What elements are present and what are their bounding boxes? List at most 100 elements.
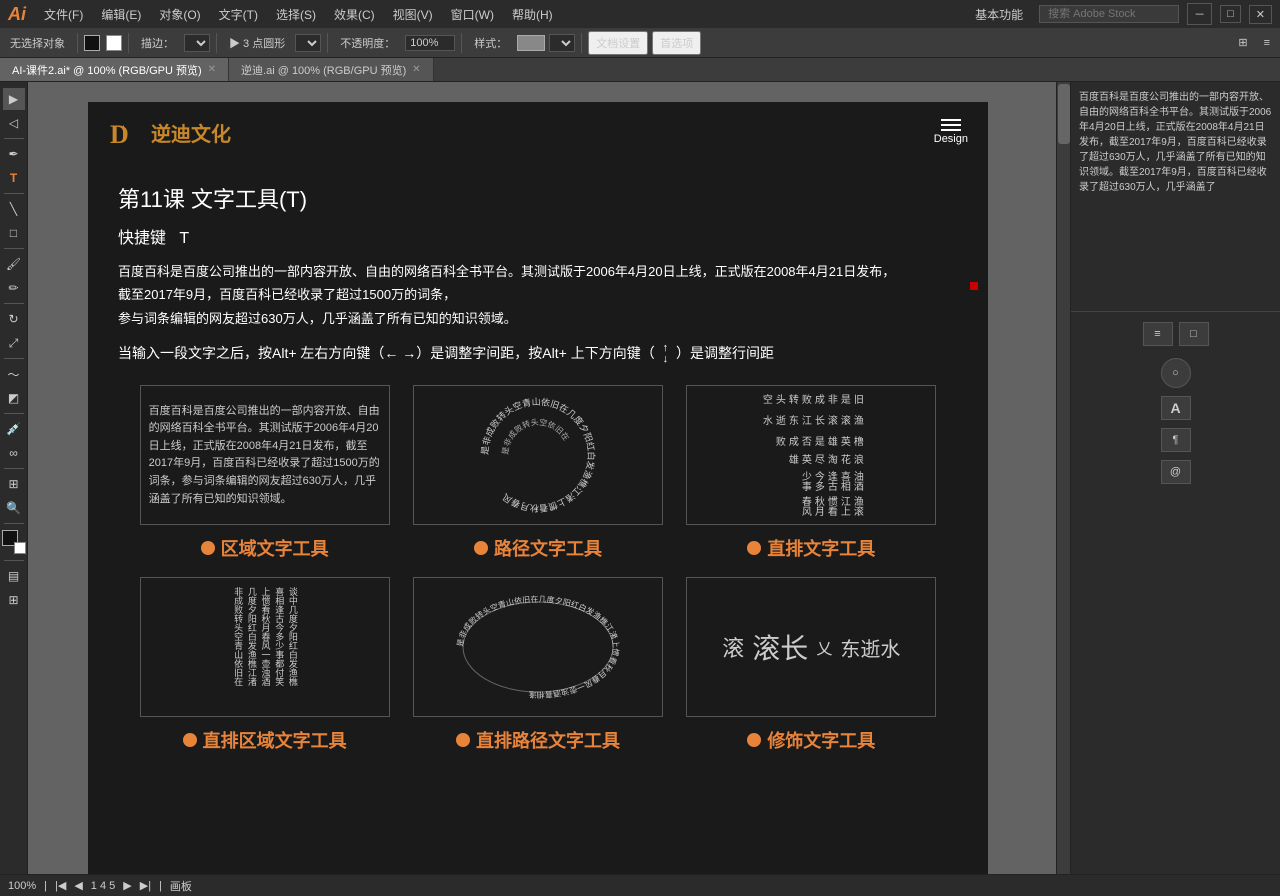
vert-area-name: 直排区域文字工具 — [203, 727, 347, 753]
zoom-level[interactable]: 100% — [8, 880, 36, 892]
svg-text:是非成败转头空依旧在: 是非成败转头空依旧在 — [501, 417, 572, 455]
nav-prev[interactable]: ◀ — [74, 879, 82, 892]
arrange-icon[interactable]: ⊞ — [1232, 34, 1253, 51]
style-swatch[interactable] — [517, 35, 545, 51]
scrollbar-thumb[interactable] — [1058, 84, 1070, 144]
fill-swatch[interactable] — [84, 35, 100, 51]
nav-prev-prev[interactable]: |◀ — [55, 879, 66, 892]
restore-button[interactable]: □ — [1220, 5, 1241, 23]
vert-path-col: 是非成败转头空青山依旧在几度夕阳红白发渔樵江渚上惯看秋月春风一壶浊酒喜相逢 直排… — [411, 577, 664, 753]
scale-tool[interactable]: ⤢ — [3, 332, 25, 354]
artboard-label: 画板 — [170, 878, 192, 894]
tip-line: 当输入一段文字之后，按Alt+ 左右方向键（← →）是调整字间距，按Alt+ 上… — [118, 342, 958, 365]
gradient-tool[interactable]: ◩ — [3, 387, 25, 409]
artboard-tool[interactable]: ⊞ — [3, 473, 25, 495]
tool-sep5 — [4, 358, 24, 359]
opacity-input[interactable] — [405, 35, 455, 51]
points-selector[interactable]: ▶ 3 点圆形 — [223, 33, 291, 53]
preferences-button[interactable]: 首选项 — [652, 31, 701, 55]
decor-char-4: 东逝水 — [840, 633, 900, 662]
path-text-col: 是非成败转头空青山依旧在几度夕阳红白发渔樵江渚上惯看秋月春风 是非成败转头空依旧… — [411, 385, 664, 561]
vert-col-5: 油酒喜相逢古今多少事 — [759, 471, 863, 492]
shape-tool[interactable]: □ — [3, 222, 25, 244]
panel-icon-2[interactable]: □ — [1179, 322, 1209, 346]
tool-sep4 — [4, 303, 24, 304]
red-dot — [970, 282, 978, 290]
decor-text-demo: 滚 滚长 乂 东逝水 — [686, 577, 936, 717]
design-label: Design — [934, 133, 968, 145]
va-col1: 非成败转头空青山依旧在 — [231, 587, 243, 707]
no-selection-label: 无选择对象 — [4, 33, 71, 53]
menu-edit[interactable]: 编辑(E) — [93, 4, 149, 25]
tab-1[interactable]: AI-课件2.ai* @ 100% (RGB/GPU 预览) ✕ — [0, 58, 229, 81]
tab-2-close[interactable]: ✕ — [412, 64, 420, 75]
warp-tool[interactable]: 〜 — [3, 363, 25, 385]
pen-tool[interactable]: ✒ — [3, 143, 25, 165]
panel-icon-circle[interactable]: ○ — [1161, 358, 1191, 388]
line-tool[interactable]: ╲ — [3, 198, 25, 220]
menu-object[interactable]: 对象(O) — [151, 4, 208, 25]
points-select[interactable] — [295, 34, 321, 52]
area-text-name: 区域文字工具 — [221, 535, 329, 561]
panel-icon-para[interactable]: ¶ — [1161, 428, 1191, 452]
style-select[interactable] — [549, 34, 575, 52]
vert-area-col: 非成败转头空青山依旧在 几度夕阳红白发渔樵江渚 上惯看秋月春风一壶浊酒 喜相逢古… — [138, 577, 391, 753]
grid-tool[interactable]: ⊞ — [3, 589, 25, 611]
eyedropper-tool[interactable]: 💉 — [3, 418, 25, 440]
menu-view[interactable]: 视图(V) — [385, 4, 441, 25]
menu-help[interactable]: 帮助(H) — [504, 4, 561, 25]
panel-icon-at[interactable]: @ — [1161, 460, 1191, 484]
slide-header: D | 逆迪文化 Design — [88, 102, 988, 162]
decor-char-3: 乂 — [816, 635, 832, 659]
type-tool[interactable]: T — [3, 167, 25, 189]
stroke-swatch[interactable] — [106, 35, 122, 51]
tab-1-close[interactable]: ✕ — [208, 64, 216, 75]
opacity-label: 不透明度： — [334, 33, 401, 53]
panel-icon-1[interactable]: ≡ — [1143, 322, 1173, 346]
tab-2[interactable]: 逆迪.ai @ 100% (RGB/GPU 预览) ✕ — [229, 58, 434, 81]
panel-icon-A[interactable]: A — [1161, 396, 1191, 420]
menu-effect[interactable]: 效果(C) — [326, 4, 383, 25]
tools-row-2: 非成败转头空青山依旧在 几度夕阳红白发渔樵江渚 上惯看秋月春风一壶浊酒 喜相逢古… — [118, 577, 958, 753]
stock-search[interactable] — [1039, 5, 1179, 23]
sep1 — [77, 33, 78, 53]
direct-select-tool[interactable]: ◁ — [3, 112, 25, 134]
vert-area-demo: 非成败转头空青山依旧在 几度夕阳红白发渔樵江渚 上惯看秋月春风一壶浊酒 喜相逢古… — [140, 577, 390, 717]
screen-mode[interactable]: ▤ — [3, 565, 25, 587]
area-text-label: 区域文字工具 — [201, 535, 329, 561]
sep2 — [128, 33, 129, 53]
nav-next-next[interactable]: ▶| — [140, 879, 151, 892]
tool-sep8 — [4, 523, 24, 524]
svg-text:是非成败转头空青山依旧在几度夕阳红白发渔樵江渚上惯看秋月春风: 是非成败转头空青山依旧在几度夕阳红白发渔樵江渚上惯看秋月春风一壶浊酒喜相逢 — [456, 594, 621, 700]
stroke-select[interactable] — [184, 34, 210, 52]
pencil-tool[interactable]: ✏ — [3, 277, 25, 299]
zoom-tool[interactable]: 🔍 — [3, 497, 25, 519]
dot-decor — [747, 733, 761, 747]
color-swatches[interactable] — [2, 530, 26, 554]
sep6 — [581, 33, 582, 53]
select-tool[interactable]: ▶ — [3, 88, 25, 110]
menu-type[interactable]: 文字(T) — [211, 4, 266, 25]
status-bar: 100% | |◀ ◀ 1 4 5 ▶ ▶| | 画板 — [0, 874, 1280, 896]
vertical-scrollbar[interactable] — [1056, 82, 1070, 874]
menu-window[interactable]: 窗口(W) — [443, 4, 502, 25]
desc-line-1: 百度百科是百度公司推出的一部内容开放、自由的网络百科全书平台。其测试版于2006… — [118, 264, 895, 279]
vert-text-demo: 旧是非成败转头空 渔滚滚长江东逝水 橹英雄是否成败 浪花淘尽英雄 油酒喜相逢古今… — [686, 385, 936, 525]
align-icon[interactable]: ≡ — [1258, 35, 1276, 51]
nav-next[interactable]: ▶ — [123, 879, 131, 892]
rotate-tool[interactable]: ↻ — [3, 308, 25, 330]
close-button[interactable]: ✕ — [1249, 5, 1272, 24]
doc-settings-button[interactable]: 文档设置 — [588, 31, 648, 55]
nav-icon[interactable]: Design — [934, 119, 968, 145]
minimize-button[interactable]: － — [1187, 3, 1212, 25]
decor-text-label: 修饰文字工具 — [747, 727, 875, 753]
paintbrush-tool[interactable]: 🖌 — [3, 253, 25, 275]
dot-vert — [747, 541, 761, 555]
shortcut-key: T — [179, 230, 189, 247]
menu-select[interactable]: 选择(S) — [268, 4, 324, 25]
vert-col-3: 橹英雄是否成败 — [759, 436, 863, 451]
workspace-selector[interactable]: 基本功能 — [967, 4, 1031, 25]
blend-tool[interactable]: ∞ — [3, 442, 25, 464]
menu-file[interactable]: 文件(F) — [36, 4, 91, 25]
canvas-area: D | 逆迪文化 Design — [28, 82, 1070, 874]
